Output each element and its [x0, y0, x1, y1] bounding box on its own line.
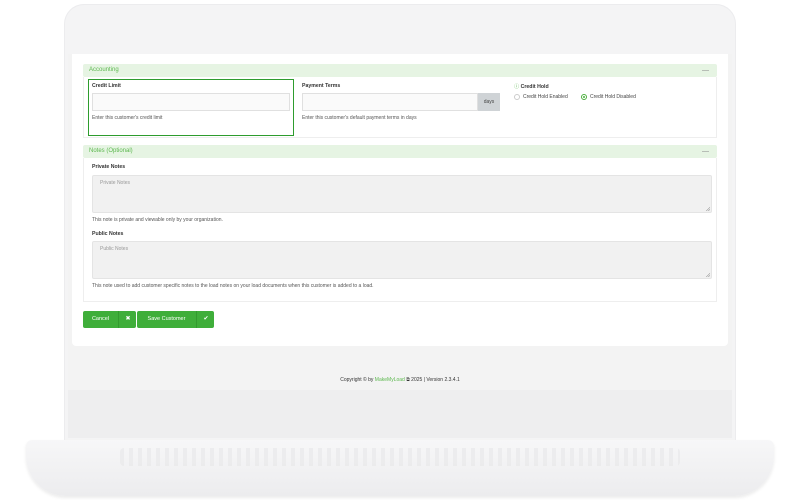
notes-section-body: Private Notes Private Notes This note is…	[83, 158, 717, 302]
laptop-keyboard	[120, 448, 680, 466]
credit-hold-disabled-label[interactable]: Credit Hold Disabled	[590, 94, 636, 100]
cancel-button[interactable]: Cancel ✖	[83, 311, 136, 328]
accounting-section-header[interactable]: Accounting —	[83, 64, 717, 77]
credit-hold-enabled-label[interactable]: Credit Hold Enabled	[523, 94, 568, 100]
cancel-button-label: Cancel	[91, 316, 110, 322]
credit-limit-help: Enter this customer's credit limit	[92, 115, 163, 121]
brand-link[interactable]: MakeMyLoad	[375, 377, 405, 383]
save-customer-button-label: Save Customer	[147, 316, 186, 322]
credit-hold-enabled-radio[interactable]	[514, 94, 520, 100]
notes-section-title: Notes (Optional)	[89, 148, 133, 154]
payment-terms-label: Payment Terms	[302, 83, 341, 89]
close-icon: ✖	[118, 311, 137, 328]
collapse-icon[interactable]: —	[702, 64, 709, 77]
app-screen: Accounting — Credit Limit Enter this cus…	[68, 54, 732, 390]
customer-form-card: Accounting — Credit Limit Enter this cus…	[72, 54, 728, 346]
credit-limit-input[interactable]	[92, 93, 290, 111]
private-notes-help: This note is private and viewable only b…	[92, 217, 223, 223]
screen-bezel-lower	[68, 390, 732, 438]
help-circle-icon[interactable]: ⓘ	[514, 84, 519, 90]
public-notes-label: Public Notes	[92, 231, 124, 237]
accounting-section-title: Accounting	[89, 67, 119, 73]
private-notes-textarea[interactable]: Private Notes	[92, 175, 712, 213]
version-text: 2025 | Version 2.3.4.1	[411, 377, 460, 383]
private-notes-placeholder: Private Notes	[100, 180, 131, 186]
resize-handle-icon[interactable]	[706, 273, 710, 277]
credit-hold-label: ⓘ Credit Hold	[514, 84, 549, 90]
payment-terms-help: Enter this customer's default payment te…	[302, 115, 417, 121]
private-notes-label: Private Notes	[92, 164, 126, 170]
page-footer: Copyright © by MakeMyLoad ⧉ 2025 | Versi…	[68, 377, 732, 383]
collapse-icon[interactable]: —	[702, 145, 709, 158]
days-addon: days	[478, 93, 500, 111]
check-icon: ✔	[196, 311, 215, 328]
credit-limit-label: Credit Limit	[92, 83, 121, 89]
public-notes-placeholder: Public Notes	[100, 246, 129, 252]
copyright-text: Copyright © by	[340, 377, 374, 383]
accounting-section-body: Credit Limit Enter this customer's credi…	[83, 77, 717, 138]
save-customer-button[interactable]: Save Customer ✔	[137, 311, 214, 328]
notes-section-header[interactable]: Notes (Optional) —	[83, 145, 717, 158]
payment-terms-input[interactable]	[302, 93, 478, 111]
public-notes-help: This note used to add customer specific …	[92, 283, 374, 289]
external-link-icon[interactable]: ⧉	[406, 377, 410, 383]
public-notes-textarea[interactable]: Public Notes	[92, 241, 712, 279]
resize-handle-icon[interactable]	[706, 207, 710, 211]
credit-hold-disabled-radio[interactable]	[581, 94, 587, 100]
